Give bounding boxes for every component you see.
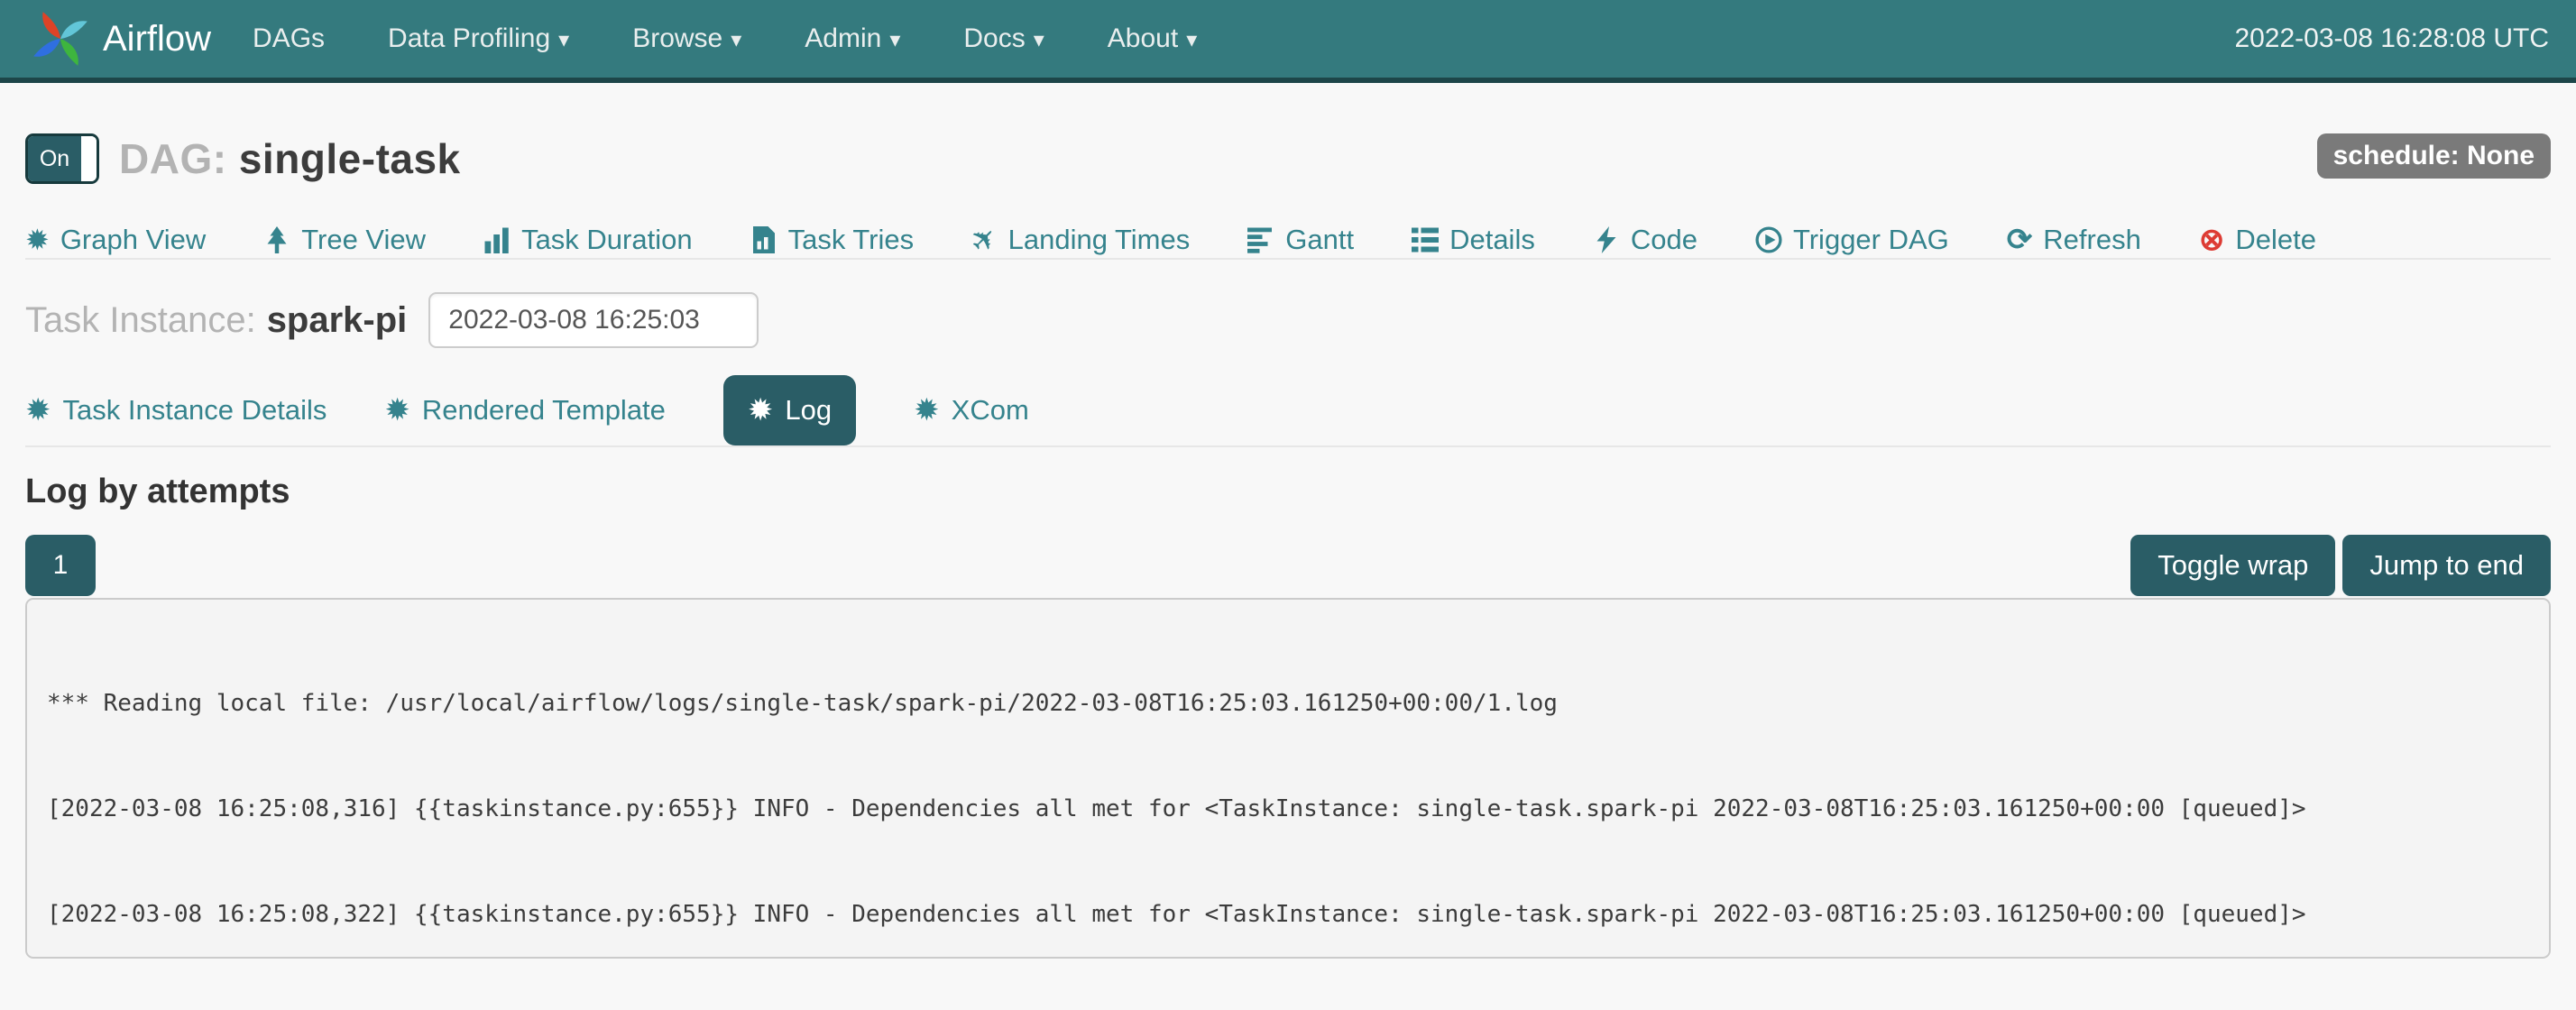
attempt-tab-1[interactable]: 1 bbox=[25, 535, 96, 596]
link-task-duration[interactable]: Task Duration bbox=[483, 224, 693, 256]
link-graph-view[interactable]: ✹ Graph View bbox=[25, 224, 206, 256]
log-section-heading: Log by attempts bbox=[25, 473, 2551, 511]
delete-circle-icon: ⊗ bbox=[2199, 222, 2225, 258]
align-left-icon bbox=[1247, 226, 1274, 253]
link-delete[interactable]: ⊗ Delete bbox=[2199, 222, 2316, 258]
caret-down-icon: ▾ bbox=[558, 30, 569, 51]
caret-down-icon: ▾ bbox=[1034, 30, 1044, 51]
tab-rendered-template[interactable]: ✹ Rendered Template bbox=[384, 394, 666, 427]
link-refresh[interactable]: ⟳ Refresh bbox=[2007, 222, 2141, 258]
certificate-icon: ✹ bbox=[25, 225, 50, 254]
task-instance-row: Task Instance: spark-pi bbox=[25, 292, 2551, 348]
dag-header: On DAG: single-task schedule: None bbox=[25, 133, 2551, 184]
toggle-knob bbox=[81, 136, 97, 181]
page-title: DAG: single-task bbox=[119, 134, 461, 183]
dag-name: single-task bbox=[239, 135, 461, 182]
tab-task-instance-details[interactable]: ✹ Task Instance Details bbox=[25, 394, 327, 427]
task-instance-name: spark-pi bbox=[267, 300, 408, 341]
nav-item-docs[interactable]: Docs ▾ bbox=[963, 23, 1044, 54]
log-line: [2022-03-08 16:25:08,316] {{taskinstance… bbox=[47, 792, 2529, 827]
nav-item-data-profiling[interactable]: Data Profiling ▾ bbox=[388, 23, 569, 54]
link-code[interactable]: Code bbox=[1593, 224, 1697, 256]
dag-view-nav: ✹ Graph View Tree View Task Duration Tas… bbox=[25, 222, 2551, 258]
list-icon bbox=[1412, 226, 1439, 253]
nav-item-about[interactable]: About ▾ bbox=[1108, 23, 1197, 54]
execution-date-input[interactable] bbox=[428, 292, 759, 348]
bar-chart-icon bbox=[483, 226, 511, 253]
link-landing-times[interactable]: ✈ Landing Times bbox=[971, 222, 1190, 258]
divider bbox=[25, 445, 2551, 447]
navbar-menu: DAGs Data Profiling ▾ Browse ▾ Admin ▾ D… bbox=[253, 23, 1197, 54]
link-trigger-dag[interactable]: Trigger DAG bbox=[1755, 224, 1949, 256]
task-instance-label: Task Instance: bbox=[25, 300, 256, 341]
navbar: Airflow DAGs Data Profiling ▾ Browse ▾ A… bbox=[0, 0, 2576, 83]
link-task-tries[interactable]: Task Tries bbox=[750, 224, 915, 256]
schedule-badge: schedule: None bbox=[2317, 133, 2551, 179]
toggle-wrap-button[interactable]: Toggle wrap bbox=[2130, 535, 2335, 596]
spacer bbox=[96, 535, 2123, 596]
refresh-icon: ⟳ bbox=[2007, 222, 2033, 258]
log-attempt-row: 1 Toggle wrap Jump to end bbox=[25, 535, 2551, 596]
caret-down-icon: ▾ bbox=[731, 30, 741, 51]
certificate-icon: ✹ bbox=[384, 395, 410, 426]
nav-item-dags[interactable]: DAGs bbox=[253, 23, 325, 54]
certificate-icon: ✹ bbox=[25, 395, 51, 426]
task-instance-tabs: ✹ Task Instance Details ✹ Rendered Templ… bbox=[25, 375, 2551, 445]
link-details[interactable]: Details bbox=[1412, 224, 1535, 256]
log-line: [2022-03-08 16:25:08,322] {{taskinstance… bbox=[47, 897, 2529, 932]
nav-item-browse[interactable]: Browse ▾ bbox=[632, 23, 741, 54]
link-gantt[interactable]: Gantt bbox=[1247, 224, 1354, 256]
bolt-icon bbox=[1593, 226, 1620, 253]
log-output[interactable]: *** Reading local file: /usr/local/airfl… bbox=[25, 598, 2551, 959]
dag-prefix: DAG: bbox=[119, 135, 227, 182]
tab-xcom[interactable]: ✹ XCom bbox=[914, 394, 1029, 427]
airflow-logo-icon bbox=[27, 5, 94, 72]
caret-down-icon: ▾ bbox=[889, 30, 900, 51]
caret-down-icon: ▾ bbox=[1186, 30, 1197, 51]
certificate-icon: ✹ bbox=[748, 395, 774, 426]
link-tree-view[interactable]: Tree View bbox=[263, 224, 426, 256]
tab-log[interactable]: ✹ Log bbox=[723, 375, 856, 445]
certificate-icon: ✹ bbox=[914, 395, 940, 426]
airflow-brand[interactable]: Airflow bbox=[27, 5, 211, 72]
play-circle-icon bbox=[1755, 226, 1782, 253]
jump-to-end-button[interactable]: Jump to end bbox=[2342, 535, 2551, 596]
plane-icon: ✈ bbox=[962, 218, 1006, 262]
toggle-on-label: On bbox=[28, 136, 81, 181]
dag-pause-toggle[interactable]: On bbox=[25, 133, 99, 184]
utc-clock: 2022-03-08 16:28:08 UTC bbox=[2234, 23, 2549, 54]
divider bbox=[25, 258, 2551, 260]
brand-title: Airflow bbox=[103, 19, 211, 60]
tree-icon bbox=[263, 226, 290, 253]
file-chart-icon bbox=[750, 226, 777, 253]
nav-item-admin[interactable]: Admin ▾ bbox=[805, 23, 900, 54]
log-line: *** Reading local file: /usr/local/airfl… bbox=[47, 686, 2529, 721]
